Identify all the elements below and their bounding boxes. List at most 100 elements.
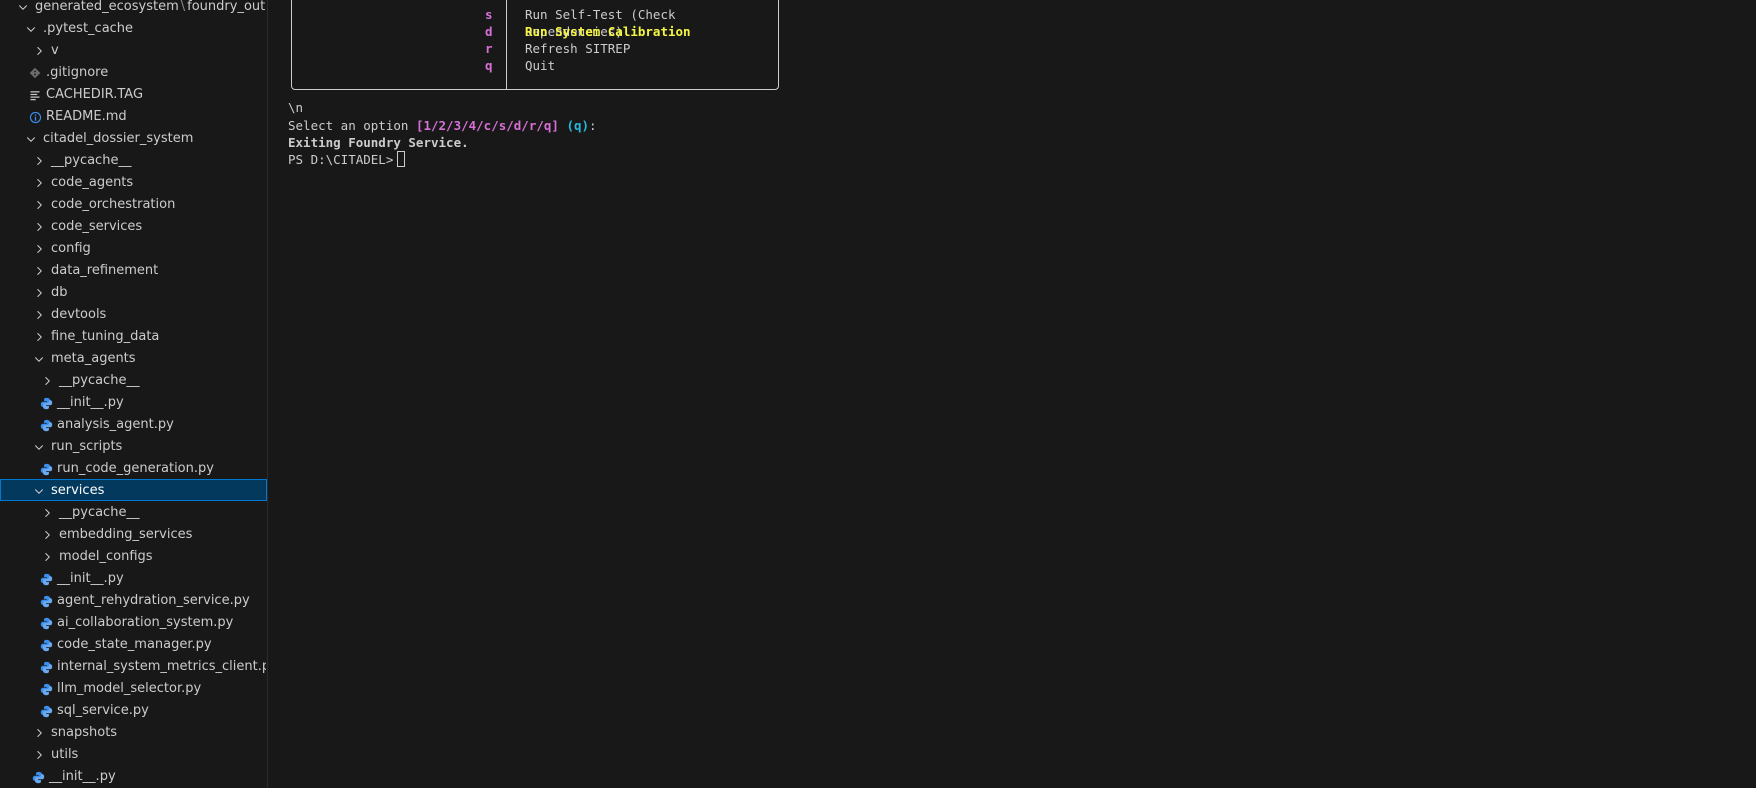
file-item[interactable]: code_state_manager.py: [0, 633, 267, 655]
tree-item-label: code_state_manager.py: [57, 637, 212, 652]
tree-item-label: embedding_services: [59, 527, 193, 542]
chevron-right-icon: [39, 546, 55, 566]
chevron-right-icon: [31, 722, 47, 742]
tree-item-label: code_agents: [51, 175, 134, 190]
file-item[interactable]: CACHEDIR.TAG: [0, 83, 267, 105]
folder-item[interactable]: __pycache__: [0, 501, 267, 523]
file-item[interactable]: agent_rehydration_service.py: [0, 589, 267, 611]
folder-item[interactable]: config: [0, 237, 267, 259]
python-file-icon: [38, 634, 54, 654]
folder-item[interactable]: generated_ecosystem\foundry_output: [0, 0, 267, 17]
chevron-right-icon: [39, 370, 55, 390]
file-item[interactable]: analysis_agent.py: [0, 413, 267, 435]
explorer-breadcrumb: generated_ecosystem\foundry_output: [35, 0, 266, 16]
folder-item[interactable]: citadel_dossier_system: [0, 127, 267, 149]
tree-item-label: llm_model_selector.py: [57, 681, 202, 696]
tree-item-label: analysis_agent.py: [57, 417, 174, 432]
folder-item[interactable]: fine_tuning_data: [0, 325, 267, 347]
menu-description: Refresh SITREP: [525, 41, 631, 56]
chevron-down-icon: [31, 348, 47, 368]
chevron-right-icon: [31, 40, 47, 60]
file-item[interactable]: __init__.py: [0, 391, 267, 413]
folder-item[interactable]: __pycache__: [0, 369, 267, 391]
file-item[interactable]: __init__.py: [0, 567, 267, 589]
prompt-colon: :: [589, 118, 597, 133]
tree-item-label: code_orchestration: [51, 197, 176, 212]
tree-item-label: utils: [51, 747, 79, 762]
tree-item-label: run_scripts: [51, 439, 123, 454]
menu-table: s Run Self-Test (Check Dependencies) d R…: [291, 0, 779, 90]
tree-item-label: devtools: [51, 307, 107, 322]
folder-item[interactable]: run_scripts: [0, 435, 267, 457]
file-item[interactable]: __init__.py: [0, 765, 267, 787]
folder-item[interactable]: code_agents: [0, 171, 267, 193]
chevron-right-icon: [31, 238, 47, 258]
chevron-down-icon: [31, 436, 47, 456]
python-file-icon: [38, 678, 54, 698]
breadcrumb-separator: \: [180, 0, 186, 14]
terminal-exit-message: Exiting Foundry Service.: [288, 135, 469, 150]
folder-item[interactable]: v: [0, 39, 267, 61]
menu-row: d Run System Calibration: [292, 23, 778, 40]
folder-item[interactable]: data_refinement: [0, 259, 267, 281]
python-file-icon: [38, 414, 54, 434]
menu-row: s Run Self-Test (Check Dependencies): [292, 6, 778, 39]
file-item[interactable]: .gitignore: [0, 61, 267, 83]
folder-item[interactable]: model_configs: [0, 545, 267, 567]
folder-item[interactable]: devtools: [0, 303, 267, 325]
menu-key: s: [485, 7, 493, 22]
chevron-right-icon: [31, 150, 47, 170]
folder-item[interactable]: snapshots: [0, 721, 267, 743]
terminal-newline-literal: \n: [288, 100, 304, 115]
menu-description: Quit: [525, 58, 556, 73]
menu-row: r Refresh SITREP: [292, 40, 778, 57]
tree-item-label: CACHEDIR.TAG: [46, 87, 144, 102]
python-file-icon: [38, 590, 54, 610]
chevron-down-icon: [23, 128, 39, 148]
tree-item-label: run_code_generation.py: [57, 461, 214, 476]
folder-item[interactable]: .pytest_cache: [0, 17, 267, 39]
folder-item[interactable]: meta_agents: [0, 347, 267, 369]
shell-prompt: PS D:\CITADEL>: [288, 152, 394, 167]
chevron-right-icon: [31, 216, 47, 236]
file-item[interactable]: README.md: [0, 105, 267, 127]
tree-item-label: fine_tuning_data: [51, 329, 160, 344]
tree-item-label: model_configs: [59, 549, 153, 564]
folder-item[interactable]: services: [0, 479, 267, 501]
file-item[interactable]: llm_model_selector.py: [0, 677, 267, 699]
chevron-right-icon: [31, 326, 47, 346]
menu-key: r: [485, 41, 493, 56]
file-item[interactable]: sql_service.py: [0, 699, 267, 721]
python-file-icon: [30, 766, 46, 786]
folder-item[interactable]: embedding_services: [0, 523, 267, 545]
file-item[interactable]: run_code_generation.py: [0, 457, 267, 479]
chevron-down-icon: [23, 18, 39, 38]
tree-item-label: __init__.py: [49, 769, 116, 784]
terminal-select-prompt: Select an option [1/2/3/4/c/s/d/r/q] (q)…: [288, 117, 597, 134]
python-file-icon: [38, 700, 54, 720]
tree-item-label: data_refinement: [51, 263, 159, 278]
folder-item[interactable]: db: [0, 281, 267, 303]
tree-item-label: __pycache__: [59, 505, 140, 520]
tree-item-label: sql_service.py: [57, 703, 149, 718]
folder-item[interactable]: code_services: [0, 215, 267, 237]
terminal-shell-prompt-line[interactable]: PS D:\CITADEL>: [288, 151, 406, 168]
prompt-text: Select an option: [288, 118, 416, 133]
breadcrumb-subfolder: foundry_output: [187, 0, 266, 14]
chevron-right-icon: [31, 194, 47, 214]
tree-item-label: snapshots: [51, 725, 118, 740]
tree-item-label: db: [51, 285, 68, 300]
folder-item[interactable]: utils: [0, 743, 267, 765]
folder-item[interactable]: __pycache__: [0, 149, 267, 171]
tree-item-label: internal_system_metrics_client.py: [57, 659, 267, 674]
tree-item-label: citadel_dossier_system: [43, 131, 194, 146]
file-item[interactable]: internal_system_metrics_client.py: [0, 655, 267, 677]
folder-item[interactable]: code_orchestration: [0, 193, 267, 215]
terminal-cursor: [397, 151, 406, 167]
python-file-icon: [38, 612, 54, 632]
chevron-right-icon: [31, 260, 47, 280]
terminal-panel[interactable]: s Run Self-Test (Check Dependencies) d R…: [268, 0, 1756, 788]
menu-key: q: [485, 58, 493, 73]
file-item[interactable]: ai_collaboration_system.py: [0, 611, 267, 633]
text-file-icon: [27, 84, 43, 104]
